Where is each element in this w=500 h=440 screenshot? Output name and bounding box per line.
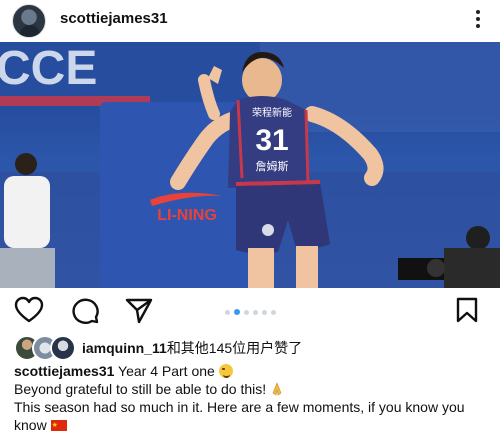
liker-avatar bbox=[50, 335, 76, 361]
post-caption: scottiejames31 Year 4 Part one Beyond gr… bbox=[14, 362, 490, 435]
likes-summary[interactable]: iamquinn_11和其他145位用户赞了 bbox=[82, 338, 302, 358]
comment-icon[interactable] bbox=[70, 296, 100, 324]
more-options-icon[interactable] bbox=[470, 7, 486, 33]
caption-username[interactable]: scottiejames31 bbox=[14, 363, 114, 379]
caption-line-1: Year 4 Part one bbox=[114, 363, 219, 379]
china-flag-emoji-icon bbox=[50, 417, 67, 435]
share-icon[interactable] bbox=[124, 296, 154, 324]
post-header: scottiejames31 bbox=[0, 0, 500, 42]
wink-emoji-icon bbox=[218, 364, 233, 378]
carousel-dot bbox=[224, 310, 230, 315]
avatar[interactable] bbox=[12, 4, 46, 38]
likes-count-text: 和其他145位用户赞了 bbox=[166, 340, 303, 356]
like-icon[interactable] bbox=[14, 296, 44, 324]
post-username[interactable]: scottiejames31 bbox=[60, 10, 168, 27]
caption-line-2: Beyond grateful to still be able to do t… bbox=[14, 381, 271, 397]
photo-illustration: CCE LI-NING 荣程新能 31 詹姆斯 bbox=[0, 42, 500, 288]
jersey-name: 詹姆斯 bbox=[256, 159, 289, 173]
likes-row[interactable]: iamquinn_11和其他145位用户赞了 bbox=[14, 333, 494, 361]
jersey-sponsor: 荣程新能 bbox=[252, 106, 292, 119]
carousel-dot bbox=[270, 310, 276, 315]
carousel-dot bbox=[252, 310, 258, 315]
carousel-dot bbox=[261, 310, 267, 315]
save-icon[interactable] bbox=[454, 296, 484, 324]
arena-banner: CCE bbox=[0, 42, 97, 95]
carousel-dot-active bbox=[233, 309, 240, 315]
post-photo[interactable]: CCE LI-NING 荣程新能 31 詹姆斯 bbox=[0, 42, 500, 288]
carousel-dot bbox=[243, 310, 249, 315]
praying-hands-emoji-icon bbox=[272, 382, 282, 396]
jersey-number: 31 bbox=[255, 124, 288, 157]
brand-logo: LI-NING bbox=[157, 207, 217, 224]
caption-line-3: This season had so much in it. Here are … bbox=[14, 399, 465, 433]
liker-username[interactable]: iamquinn_11 bbox=[82, 340, 167, 356]
